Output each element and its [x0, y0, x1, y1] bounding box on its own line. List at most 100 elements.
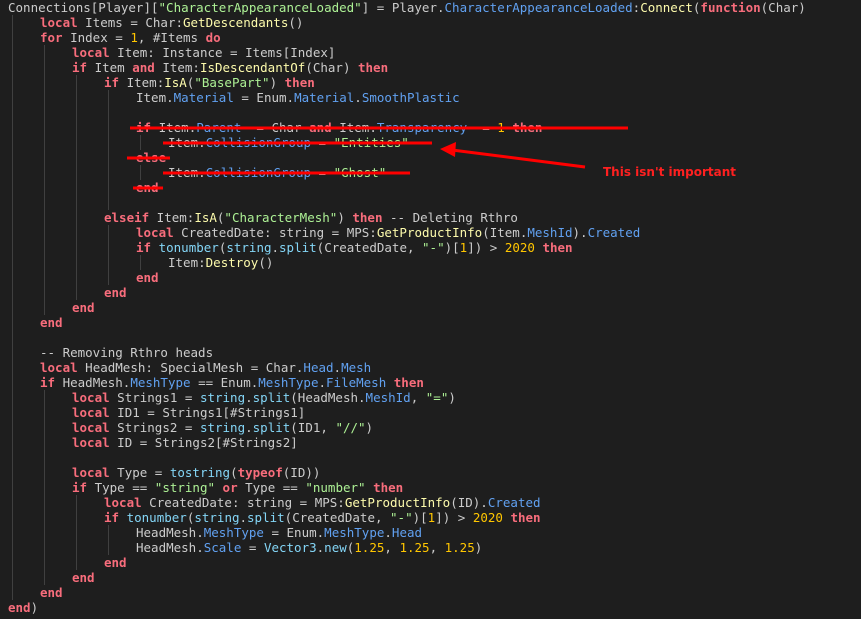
code-token: Item.: [136, 90, 174, 105]
code-token: (ID1,: [290, 420, 336, 435]
code-token: Mesh: [341, 360, 372, 375]
code-line[interactable]: if Type == "string" or Type == "number" …: [72, 480, 403, 495]
code-line[interactable]: if HeadMesh.MeshType == Enum.MeshType.Fi…: [40, 375, 424, 390]
code-token: if: [40, 375, 56, 390]
code-line[interactable]: if Item:IsA("BasePart") then: [104, 75, 315, 90]
code-line[interactable]: local HeadMesh: SpecialMesh = Char.Head.…: [40, 360, 371, 375]
code-line[interactable]: Connections[Player]["CharacterAppearance…: [8, 0, 806, 15]
indent-guide: [44, 210, 45, 225]
code-token: ).: [572, 225, 588, 240]
code-line[interactable]: if Item and Item:IsDescendantOf(Char) th…: [72, 60, 388, 75]
code-line[interactable]: if Item.Parent ~= Char and Item.Transpar…: [136, 120, 542, 135]
indent-guide: [12, 60, 13, 75]
indent-guide: [140, 255, 141, 270]
code-token: GetProductInfo: [344, 495, 451, 510]
code-token: (Item.: [482, 225, 528, 240]
code-line[interactable]: local Item: Instance = Items[Index]: [72, 45, 335, 60]
indent-guide: [76, 105, 77, 120]
code-token: CollisionGroup: [205, 165, 311, 180]
code-token: if: [72, 60, 88, 75]
code-token: local: [40, 360, 78, 375]
code-token: )[: [444, 240, 460, 255]
indent-guide: [108, 120, 109, 135]
code-token: =: [311, 135, 334, 150]
code-token: ,: [429, 540, 445, 555]
code-line[interactable]: end: [72, 300, 95, 315]
code-line[interactable]: elseif Item:IsA("CharacterMesh") then --…: [104, 210, 518, 225]
code-token: ID1 = Strings1[#Strings1]: [109, 405, 306, 420]
indent-guide: [12, 540, 13, 555]
code-token: Item:: [119, 75, 165, 90]
code-token: (Char): [760, 0, 806, 15]
indent-guide: [12, 300, 13, 315]
code-token: Material: [173, 90, 234, 105]
code-token: and: [309, 120, 332, 135]
code-token: end: [136, 270, 159, 285]
code-line[interactable]: end: [104, 555, 127, 570]
code-line[interactable]: end: [104, 285, 127, 300]
code-line[interactable]: HeadMesh.Scale = Vector3.new(1.25, 1.25,…: [136, 540, 482, 555]
code-line[interactable]: Item:Destroy(): [168, 255, 273, 270]
indent-guide: [44, 300, 45, 315]
code-line[interactable]: -- Removing Rthro heads: [40, 345, 213, 360]
code-line[interactable]: end: [136, 270, 159, 285]
code-line[interactable]: local Type = tostring(typeof(ID)): [72, 465, 320, 480]
code-line[interactable]: local Strings2 = string.split(ID1, "//"): [72, 420, 373, 435]
code-line[interactable]: HeadMesh.MeshType = Enum.MeshType.Head: [136, 525, 422, 540]
indent-guide: [76, 240, 77, 255]
code-token: HeadMesh.: [136, 525, 204, 540]
indent-guide: [44, 240, 45, 255]
code-line[interactable]: local CreatedDate: string = MPS:GetProdu…: [136, 225, 640, 240]
code-line[interactable]: end: [72, 570, 95, 585]
code-line[interactable]: end: [40, 315, 63, 330]
code-line[interactable]: local ID = Strings2[#Strings2]: [72, 435, 298, 450]
code-token: .: [384, 525, 392, 540]
code-token: if: [72, 480, 88, 495]
code-token: (): [258, 255, 274, 270]
code-line[interactable]: end): [8, 600, 38, 615]
code-token: end: [40, 585, 63, 600]
code-line[interactable]: for Index = 1, #Items do: [40, 30, 221, 45]
code-line[interactable]: local ID1 = Strings1[#Strings1]: [72, 405, 305, 420]
code-token: Item: Instance = Items[Index]: [109, 45, 336, 60]
code-line[interactable]: if tonumber(string.split(CreatedDate, "-…: [104, 510, 541, 525]
indent-guide: [12, 45, 13, 60]
code-token: .: [354, 90, 362, 105]
code-line[interactable]: Item.Material = Enum.Material.SmoothPlas…: [136, 90, 460, 105]
indent-guide: [108, 540, 109, 555]
code-token: Item.: [331, 120, 377, 135]
indent-guide: [44, 150, 45, 165]
indent-guide: [44, 540, 45, 555]
indent-guide: [12, 360, 13, 375]
indent-guide: [44, 420, 45, 435]
indent-guide: [108, 270, 109, 285]
code-line[interactable]: if tonumber(string.split(CreatedDate, "-…: [136, 240, 573, 255]
code-line[interactable]: end: [40, 585, 63, 600]
code-token: tonumber: [158, 240, 219, 255]
code-editor[interactable]: Connections[Player]["CharacterAppearance…: [0, 0, 861, 619]
code-token: "-": [390, 510, 413, 525]
code-line[interactable]: else: [136, 150, 166, 165]
code-token: ID = Strings2[#Strings2]: [109, 435, 298, 450]
indent-guide: [12, 525, 13, 540]
code-line[interactable]: local Strings1 = string.split(HeadMesh.M…: [72, 390, 456, 405]
code-token: if: [136, 240, 152, 255]
code-token: IsDescendantOf: [199, 60, 306, 75]
code-token: =: [241, 540, 264, 555]
code-token: Type ==: [87, 480, 155, 495]
code-line[interactable]: Item.CollisionGroup = "Ghost": [168, 165, 386, 180]
code-token: HeadMesh: SpecialMesh = Char.: [77, 360, 304, 375]
code-line[interactable]: Item.CollisionGroup = "Entities": [168, 135, 409, 150]
code-token: "Entities": [333, 135, 409, 150]
indent-guide: [76, 510, 77, 525]
code-line[interactable]: local Items = Char:GetDescendants(): [40, 15, 303, 30]
code-line[interactable]: end: [136, 180, 159, 195]
indent-guide: [108, 525, 109, 540]
code-line[interactable]: local CreatedDate: string = MPS:GetProdu…: [104, 495, 541, 510]
code-token: =: [311, 165, 334, 180]
indent-guide: [12, 135, 13, 150]
code-token: 1: [130, 30, 138, 45]
indent-guide: [76, 255, 77, 270]
code-token: Item.: [168, 165, 206, 180]
